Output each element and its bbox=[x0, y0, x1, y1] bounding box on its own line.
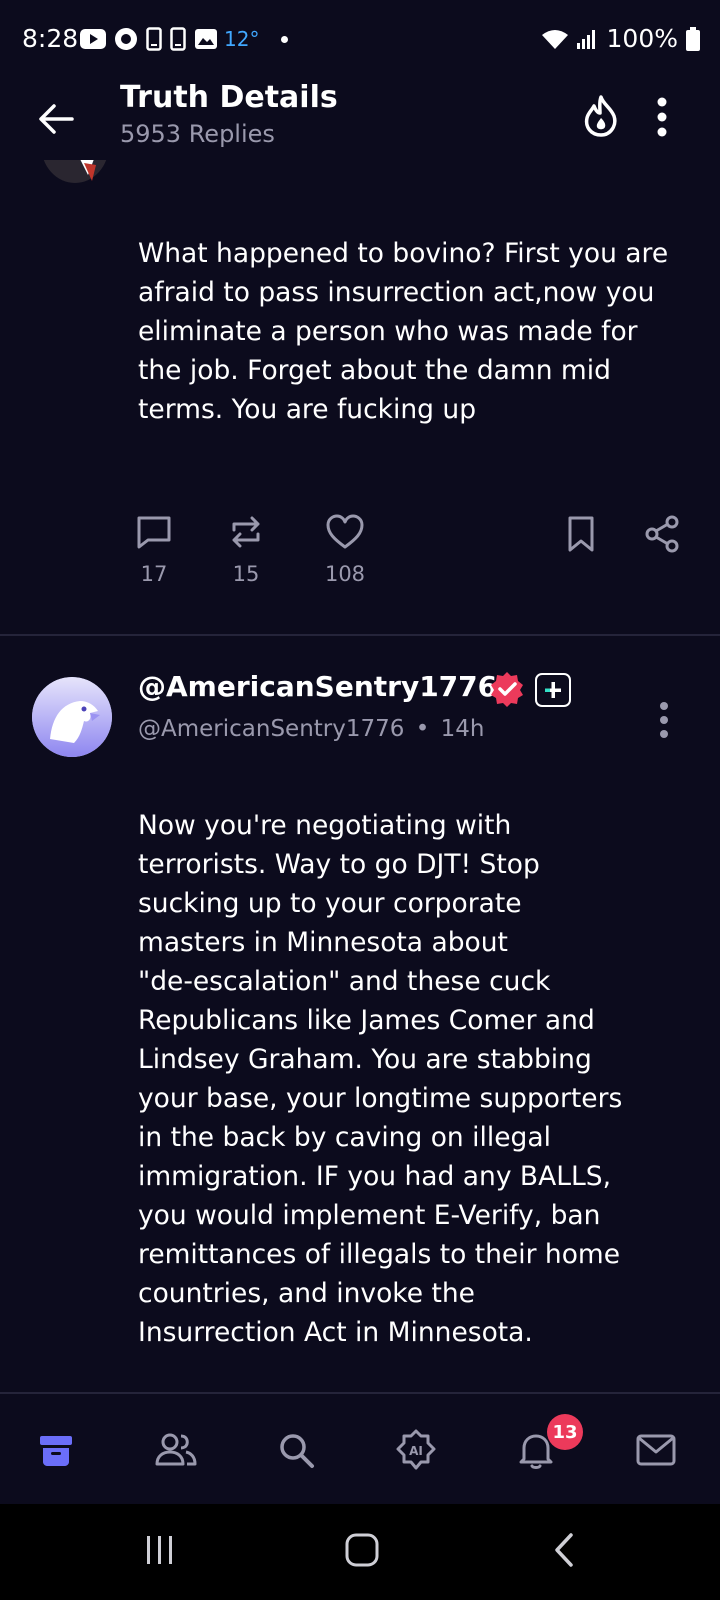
flame-button[interactable] bbox=[578, 94, 624, 140]
heart-icon bbox=[326, 514, 364, 549]
post-text-line: Insurrection Act in Minnesota. bbox=[138, 1317, 533, 1348]
nav-search[interactable] bbox=[272, 1426, 320, 1474]
post-text-line: "de-escalation" and these cuck bbox=[138, 966, 551, 997]
post-text-line: masters in Minnesota about bbox=[138, 927, 508, 958]
nav-messages[interactable] bbox=[632, 1426, 680, 1474]
post-text-line: immigration. IF you had any BALLS, bbox=[138, 1161, 612, 1192]
ai-icon: AI bbox=[396, 1429, 436, 1470]
battery-percent: 100% bbox=[606, 24, 678, 53]
bookmark-icon bbox=[568, 516, 594, 552]
post-text: Now you're negotiating with terrorists. … bbox=[138, 806, 678, 1352]
chevron-left-icon bbox=[555, 1533, 573, 1567]
post-more-button[interactable] bbox=[652, 700, 676, 740]
flame-icon bbox=[584, 95, 617, 137]
image-icon bbox=[195, 29, 217, 49]
nav-home[interactable] bbox=[32, 1426, 80, 1474]
home-icon bbox=[40, 1436, 72, 1466]
post-text-line: countries, and invoke the bbox=[138, 1278, 475, 1309]
notification-badge: 13 bbox=[547, 1414, 583, 1450]
post-time: 14h bbox=[440, 716, 485, 742]
like-count: 108 bbox=[324, 562, 366, 586]
home-system-button[interactable] bbox=[344, 1532, 380, 1572]
post-text-line: Republicans like James Comer and bbox=[138, 1005, 595, 1036]
phone-icon bbox=[170, 27, 186, 51]
post-divider bbox=[0, 634, 720, 636]
youtube-icon bbox=[80, 29, 106, 49]
status-notification-icons: 12° bbox=[80, 26, 289, 52]
share-button[interactable] bbox=[644, 514, 680, 558]
share-icon bbox=[645, 515, 679, 553]
svg-text:AI: AI bbox=[409, 1444, 423, 1458]
page-title: Truth Details bbox=[120, 80, 338, 115]
recent-apps-button[interactable] bbox=[144, 1534, 176, 1570]
recent-apps-icon bbox=[147, 1536, 172, 1564]
avatar[interactable] bbox=[32, 677, 112, 757]
nav-ai[interactable]: AI bbox=[392, 1426, 440, 1474]
header-more-button[interactable] bbox=[648, 94, 676, 140]
status-bar: 8:28 12° 100% bbox=[0, 0, 720, 80]
retruth-count: 15 bbox=[232, 562, 260, 586]
nav-groups[interactable] bbox=[152, 1426, 200, 1474]
system-navigation-bar bbox=[0, 1504, 720, 1600]
back-system-button[interactable] bbox=[552, 1532, 578, 1572]
wifi-icon bbox=[541, 29, 568, 49]
retruth-button[interactable]: 15 bbox=[226, 512, 266, 586]
meta-separator: • bbox=[415, 716, 430, 742]
battery-icon bbox=[686, 26, 700, 51]
post-meta: @AmericanSentry1776 • 14h bbox=[138, 716, 484, 742]
post-text-line: sucking up to your corporate bbox=[138, 888, 522, 919]
back-arrow-icon bbox=[39, 104, 74, 134]
status-time: 8:28 bbox=[22, 24, 79, 53]
status-system-icons: 100% bbox=[541, 24, 700, 53]
search-icon bbox=[280, 1434, 314, 1468]
status-temperature: 12° bbox=[224, 27, 260, 51]
comment-icon bbox=[137, 516, 171, 549]
post-text: What happened to bovino? First you are a… bbox=[138, 238, 669, 425]
reply-count-subtitle: 5953 Replies bbox=[120, 120, 275, 148]
signal-icon bbox=[576, 29, 595, 49]
groups-icon bbox=[155, 1433, 197, 1466]
display-name[interactable]: @AmericanSentry1776 bbox=[138, 670, 497, 703]
status-dot bbox=[281, 35, 289, 43]
post-text-line: you would implement E-Verify, ban bbox=[138, 1200, 601, 1231]
plus-badge-icon bbox=[535, 673, 571, 707]
app-header: Truth Details 5953 Replies bbox=[0, 80, 720, 160]
verified-badge-icon bbox=[488, 670, 526, 708]
more-vertical-icon bbox=[657, 97, 667, 137]
post-text-line: Lindsey Graham. You are stabbing bbox=[138, 1044, 592, 1075]
post-text-line: Now you're negotiating with bbox=[138, 810, 512, 841]
reply-button[interactable]: 17 bbox=[134, 512, 174, 586]
post-text-line: your base, your longtime supporters bbox=[138, 1083, 623, 1114]
back-button[interactable] bbox=[36, 98, 78, 140]
mail-icon bbox=[636, 1434, 676, 1466]
post-handle[interactable]: @AmericanSentry1776 bbox=[138, 716, 404, 742]
phone-icon bbox=[146, 27, 162, 51]
post-text-line: in the back by caving on illegal bbox=[138, 1122, 551, 1153]
circle-app-icon bbox=[115, 28, 137, 50]
more-vertical-icon bbox=[660, 702, 668, 738]
post-text-line: remittances of illegals to their home bbox=[138, 1239, 621, 1270]
bottom-navigation: AI 13 bbox=[0, 1392, 720, 1506]
like-button[interactable]: 108 bbox=[324, 512, 366, 586]
reply-count: 17 bbox=[140, 562, 168, 586]
retruth-icon bbox=[232, 516, 260, 548]
bookmark-button[interactable] bbox=[564, 514, 598, 558]
post-text-line: terrorists. Way to go DJT! Stop bbox=[138, 849, 540, 880]
home-outline-icon bbox=[345, 1533, 379, 1567]
